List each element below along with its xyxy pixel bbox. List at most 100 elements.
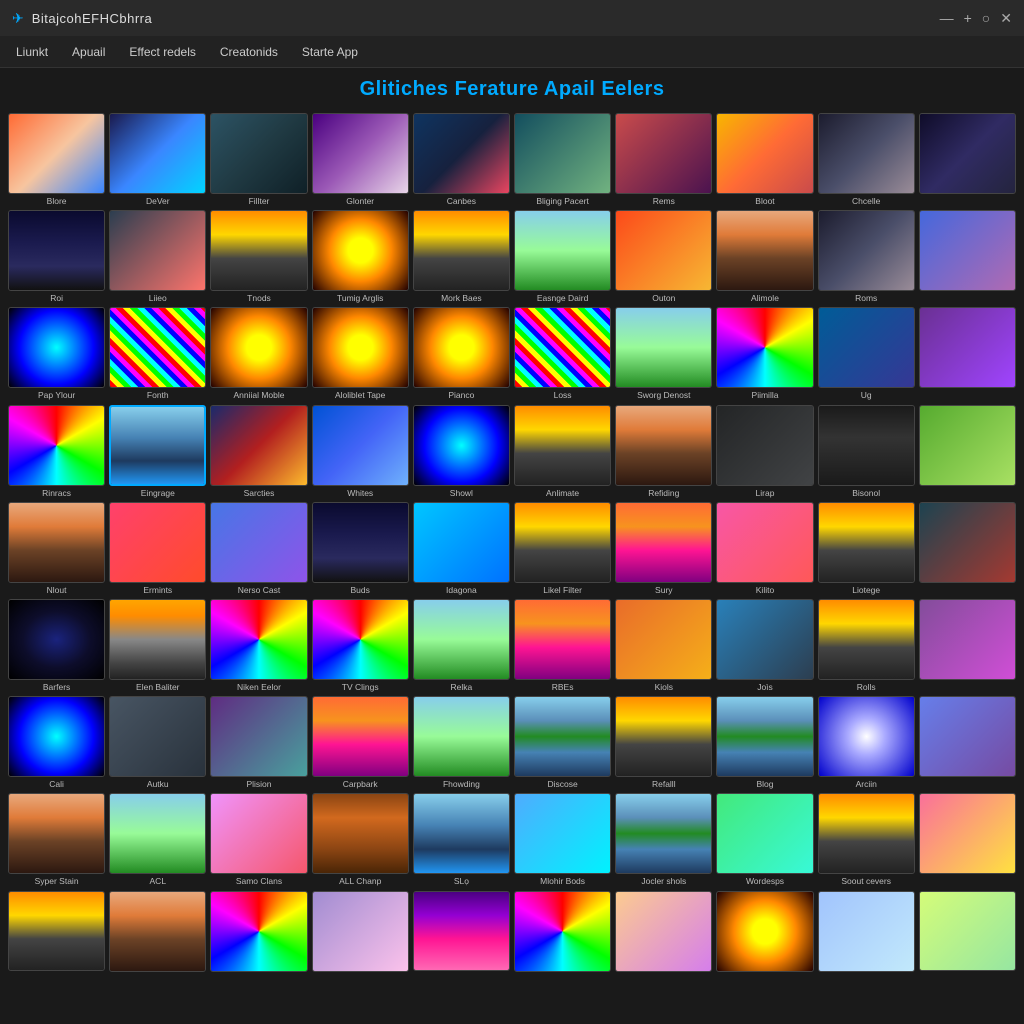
grid-item[interactable]: Sworg Denost: [615, 307, 712, 400]
maximize-button[interactable]: +: [964, 10, 972, 27]
grid-item[interactable]: [919, 113, 1016, 206]
grid-item[interactable]: Tnods: [210, 210, 307, 303]
grid-container[interactable]: BloreDeVerFillterGlonterCanbesBliging Pa…: [0, 109, 1024, 1024]
grid-item[interactable]: [919, 696, 1016, 789]
grid-item[interactable]: [919, 307, 1016, 400]
grid-item[interactable]: [919, 793, 1016, 886]
grid-item[interactable]: Plision: [210, 696, 307, 789]
grid-item[interactable]: Aloliblet Tape: [312, 307, 409, 400]
grid-item[interactable]: [514, 891, 611, 974]
grid-item[interactable]: Discose: [514, 696, 611, 789]
grid-item[interactable]: [109, 891, 206, 974]
grid-item[interactable]: Lirap: [716, 405, 813, 498]
grid-item[interactable]: Samo Clans: [210, 793, 307, 886]
grid-item[interactable]: Loss: [514, 307, 611, 400]
grid-item[interactable]: Kilito: [716, 502, 813, 595]
grid-item[interactable]: Sarcties: [210, 405, 307, 498]
grid-item[interactable]: Niken Eelor: [210, 599, 307, 692]
grid-item[interactable]: Showl: [413, 405, 510, 498]
menu-creatonids[interactable]: Creatonids: [220, 45, 278, 59]
grid-item[interactable]: [210, 891, 307, 974]
grid-item[interactable]: Fhowding: [413, 696, 510, 789]
grid-item[interactable]: Ermints: [109, 502, 206, 595]
menu-effect-redels[interactable]: Effect redels: [129, 45, 195, 59]
grid-item[interactable]: Jocler shols: [615, 793, 712, 886]
grid-item[interactable]: Chcelle: [818, 113, 915, 206]
grid-item[interactable]: [919, 891, 1016, 974]
grid-item[interactable]: [818, 891, 915, 974]
grid-item[interactable]: Rinracs: [8, 405, 105, 498]
grid-item[interactable]: SLọ: [413, 793, 510, 886]
grid-item[interactable]: Eingrage: [109, 405, 206, 498]
grid-item[interactable]: Bloot: [716, 113, 813, 206]
menu-apuail[interactable]: Apuail: [72, 45, 105, 59]
grid-item[interactable]: Relka: [413, 599, 510, 692]
grid-item[interactable]: Rolls: [818, 599, 915, 692]
grid-item[interactable]: Fillter: [210, 113, 307, 206]
grid-item[interactable]: Blog: [716, 696, 813, 789]
grid-item[interactable]: ALL Chanp: [312, 793, 409, 886]
grid-item[interactable]: [919, 210, 1016, 303]
grid-item[interactable]: Canbes: [413, 113, 510, 206]
grid-item[interactable]: Kiols: [615, 599, 712, 692]
grid-item[interactable]: Liieo: [109, 210, 206, 303]
menu-starte-app[interactable]: Starte App: [302, 45, 358, 59]
grid-item[interactable]: Cali: [8, 696, 105, 789]
grid-item[interactable]: Rems: [615, 113, 712, 206]
grid-item[interactable]: Barfers: [8, 599, 105, 692]
restore-button[interactable]: ○: [982, 10, 990, 27]
grid-item[interactable]: Sury: [615, 502, 712, 595]
grid-item[interactable]: Refalll: [615, 696, 712, 789]
grid-item[interactable]: Tumig Arglis: [312, 210, 409, 303]
close-button[interactable]: ✕: [1000, 10, 1012, 27]
grid-item[interactable]: Bliging Pacert: [514, 113, 611, 206]
grid-item[interactable]: [8, 891, 105, 974]
grid-item[interactable]: [919, 502, 1016, 595]
grid-item[interactable]: Refiding: [615, 405, 712, 498]
grid-item[interactable]: Mork Baes: [413, 210, 510, 303]
minimize-button[interactable]: —: [940, 10, 954, 27]
grid-item[interactable]: Bisonol: [818, 405, 915, 498]
grid-item[interactable]: Nerso Cast: [210, 502, 307, 595]
grid-item[interactable]: Anlimate: [514, 405, 611, 498]
grid-item[interactable]: Elen Baliter: [109, 599, 206, 692]
menu-liunkt[interactable]: Liunkt: [16, 45, 48, 59]
grid-item[interactable]: Joìs: [716, 599, 813, 692]
grid-item[interactable]: [615, 891, 712, 974]
grid-item[interactable]: [919, 405, 1016, 498]
grid-item[interactable]: Pianco: [413, 307, 510, 400]
grid-item[interactable]: Idagona: [413, 502, 510, 595]
grid-item[interactable]: Likel Filter: [514, 502, 611, 595]
grid-item[interactable]: Glonter: [312, 113, 409, 206]
grid-item[interactable]: Buds: [312, 502, 409, 595]
grid-item[interactable]: [312, 891, 409, 974]
grid-item[interactable]: Carpbark: [312, 696, 409, 789]
grid-item[interactable]: Roi: [8, 210, 105, 303]
grid-item[interactable]: Soout cevers: [818, 793, 915, 886]
grid-item[interactable]: Blore: [8, 113, 105, 206]
grid-item[interactable]: [919, 599, 1016, 692]
grid-item[interactable]: Mlohir Bods: [514, 793, 611, 886]
grid-item[interactable]: Liotege: [818, 502, 915, 595]
grid-item[interactable]: Outon: [615, 210, 712, 303]
grid-item[interactable]: Wordesps: [716, 793, 813, 886]
grid-item[interactable]: TV Clings: [312, 599, 409, 692]
grid-item[interactable]: Fonth: [109, 307, 206, 400]
grid-item[interactable]: Anniial Moble: [210, 307, 307, 400]
grid-item[interactable]: Autku: [109, 696, 206, 789]
grid-item[interactable]: Syper Stain: [8, 793, 105, 886]
grid-item[interactable]: Easnge Daird: [514, 210, 611, 303]
grid-item[interactable]: Arciin: [818, 696, 915, 789]
grid-item[interactable]: Roms: [818, 210, 915, 303]
grid-item[interactable]: RBEs: [514, 599, 611, 692]
grid-item[interactable]: Whites: [312, 405, 409, 498]
grid-item[interactable]: [413, 891, 510, 974]
grid-item[interactable]: Piimilla: [716, 307, 813, 400]
grid-item[interactable]: [716, 891, 813, 974]
grid-item[interactable]: Nlout: [8, 502, 105, 595]
grid-item[interactable]: DeVer: [109, 113, 206, 206]
grid-item[interactable]: ACL: [109, 793, 206, 886]
grid-item[interactable]: Pap Ylour: [8, 307, 105, 400]
grid-item[interactable]: Ug: [818, 307, 915, 400]
grid-item[interactable]: Alimole: [716, 210, 813, 303]
